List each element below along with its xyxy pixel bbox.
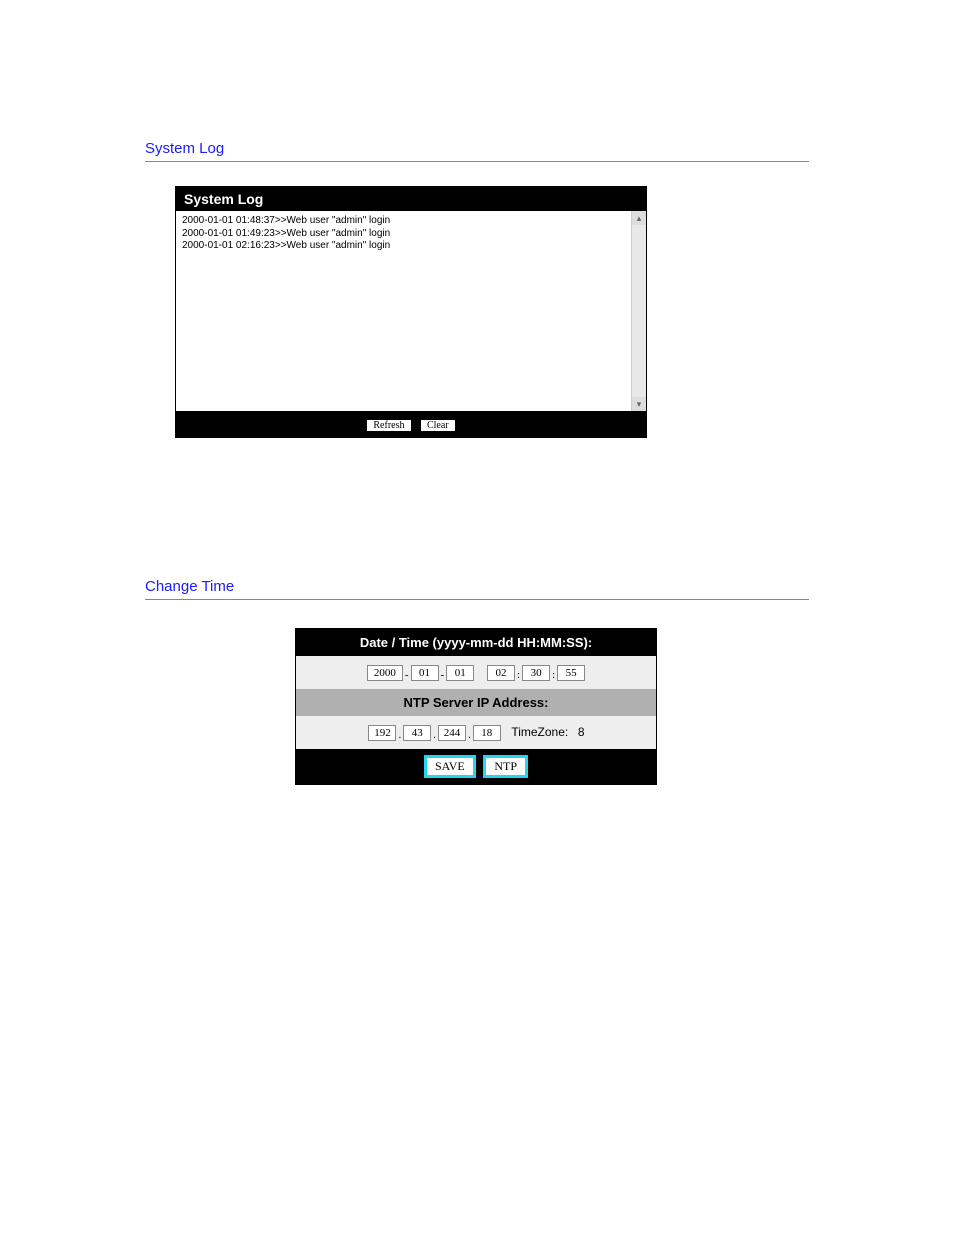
day-field[interactable] <box>446 665 474 681</box>
datetime-header: Date / Time (yyyy-mm-dd HH:MM:SS): <box>296 629 656 656</box>
year-field[interactable] <box>367 665 403 681</box>
system-log-section-title: System Log <box>145 140 809 157</box>
timezone-label: TimeZone: <box>505 725 568 739</box>
hour-field[interactable] <box>487 665 515 681</box>
ntp-row: ... TimeZone: 8 <box>296 716 656 749</box>
divider <box>145 599 809 600</box>
minute-field[interactable] <box>522 665 550 681</box>
system-log-body: 2000-01-01 01:48:37>>Web user "admin" lo… <box>176 211 646 411</box>
colon-sep: : <box>551 669 556 681</box>
ntp-button[interactable]: NTP <box>483 755 528 778</box>
log-entry: 2000-01-01 01:49:23>>Web user "admin" lo… <box>182 228 624 241</box>
dash-sep: - <box>440 669 446 681</box>
ntp-header: NTP Server IP Address: <box>296 689 656 716</box>
divider <box>145 161 809 162</box>
ip-octet-2-field[interactable] <box>403 725 431 741</box>
log-entry: 2000-01-01 02:16:23>>Web user "admin" lo… <box>182 240 624 253</box>
dot-sep: . <box>432 729 437 741</box>
ip-octet-4-field[interactable] <box>473 725 501 741</box>
colon-sep: : <box>516 669 521 681</box>
change-time-section-title: Change Time <box>145 578 809 595</box>
ip-octet-1-field[interactable] <box>368 725 396 741</box>
second-field[interactable] <box>557 665 585 681</box>
dot-sep: . <box>467 729 472 741</box>
dash-sep: - <box>404 669 410 681</box>
scroll-down-icon[interactable]: ▾ <box>632 397 646 411</box>
system-log-footer: Refresh Clear <box>176 411 646 437</box>
time-panel: Date / Time (yyyy-mm-dd HH:MM:SS): - - ::… <box>295 628 657 785</box>
system-log-panel: System Log 2000-01-01 01:48:37>>Web user… <box>175 186 647 438</box>
log-entry: 2000-01-01 01:48:37>>Web user "admin" lo… <box>182 215 624 228</box>
refresh-button[interactable]: Refresh <box>366 419 411 432</box>
time-panel-footer: SAVE NTP <box>296 749 656 784</box>
scroll-up-icon[interactable]: ▴ <box>632 211 646 225</box>
scrollbar[interactable]: ▴ ▾ <box>631 211 646 411</box>
system-log-header: System Log <box>176 187 646 211</box>
month-field[interactable] <box>411 665 439 681</box>
timezone-value: 8 <box>572 725 585 739</box>
dot-sep: . <box>397 729 402 741</box>
save-button[interactable]: SAVE <box>424 755 476 778</box>
clear-button[interactable]: Clear <box>420 419 456 432</box>
ip-octet-3-field[interactable] <box>438 725 466 741</box>
datetime-row: - - :: <box>296 656 656 689</box>
